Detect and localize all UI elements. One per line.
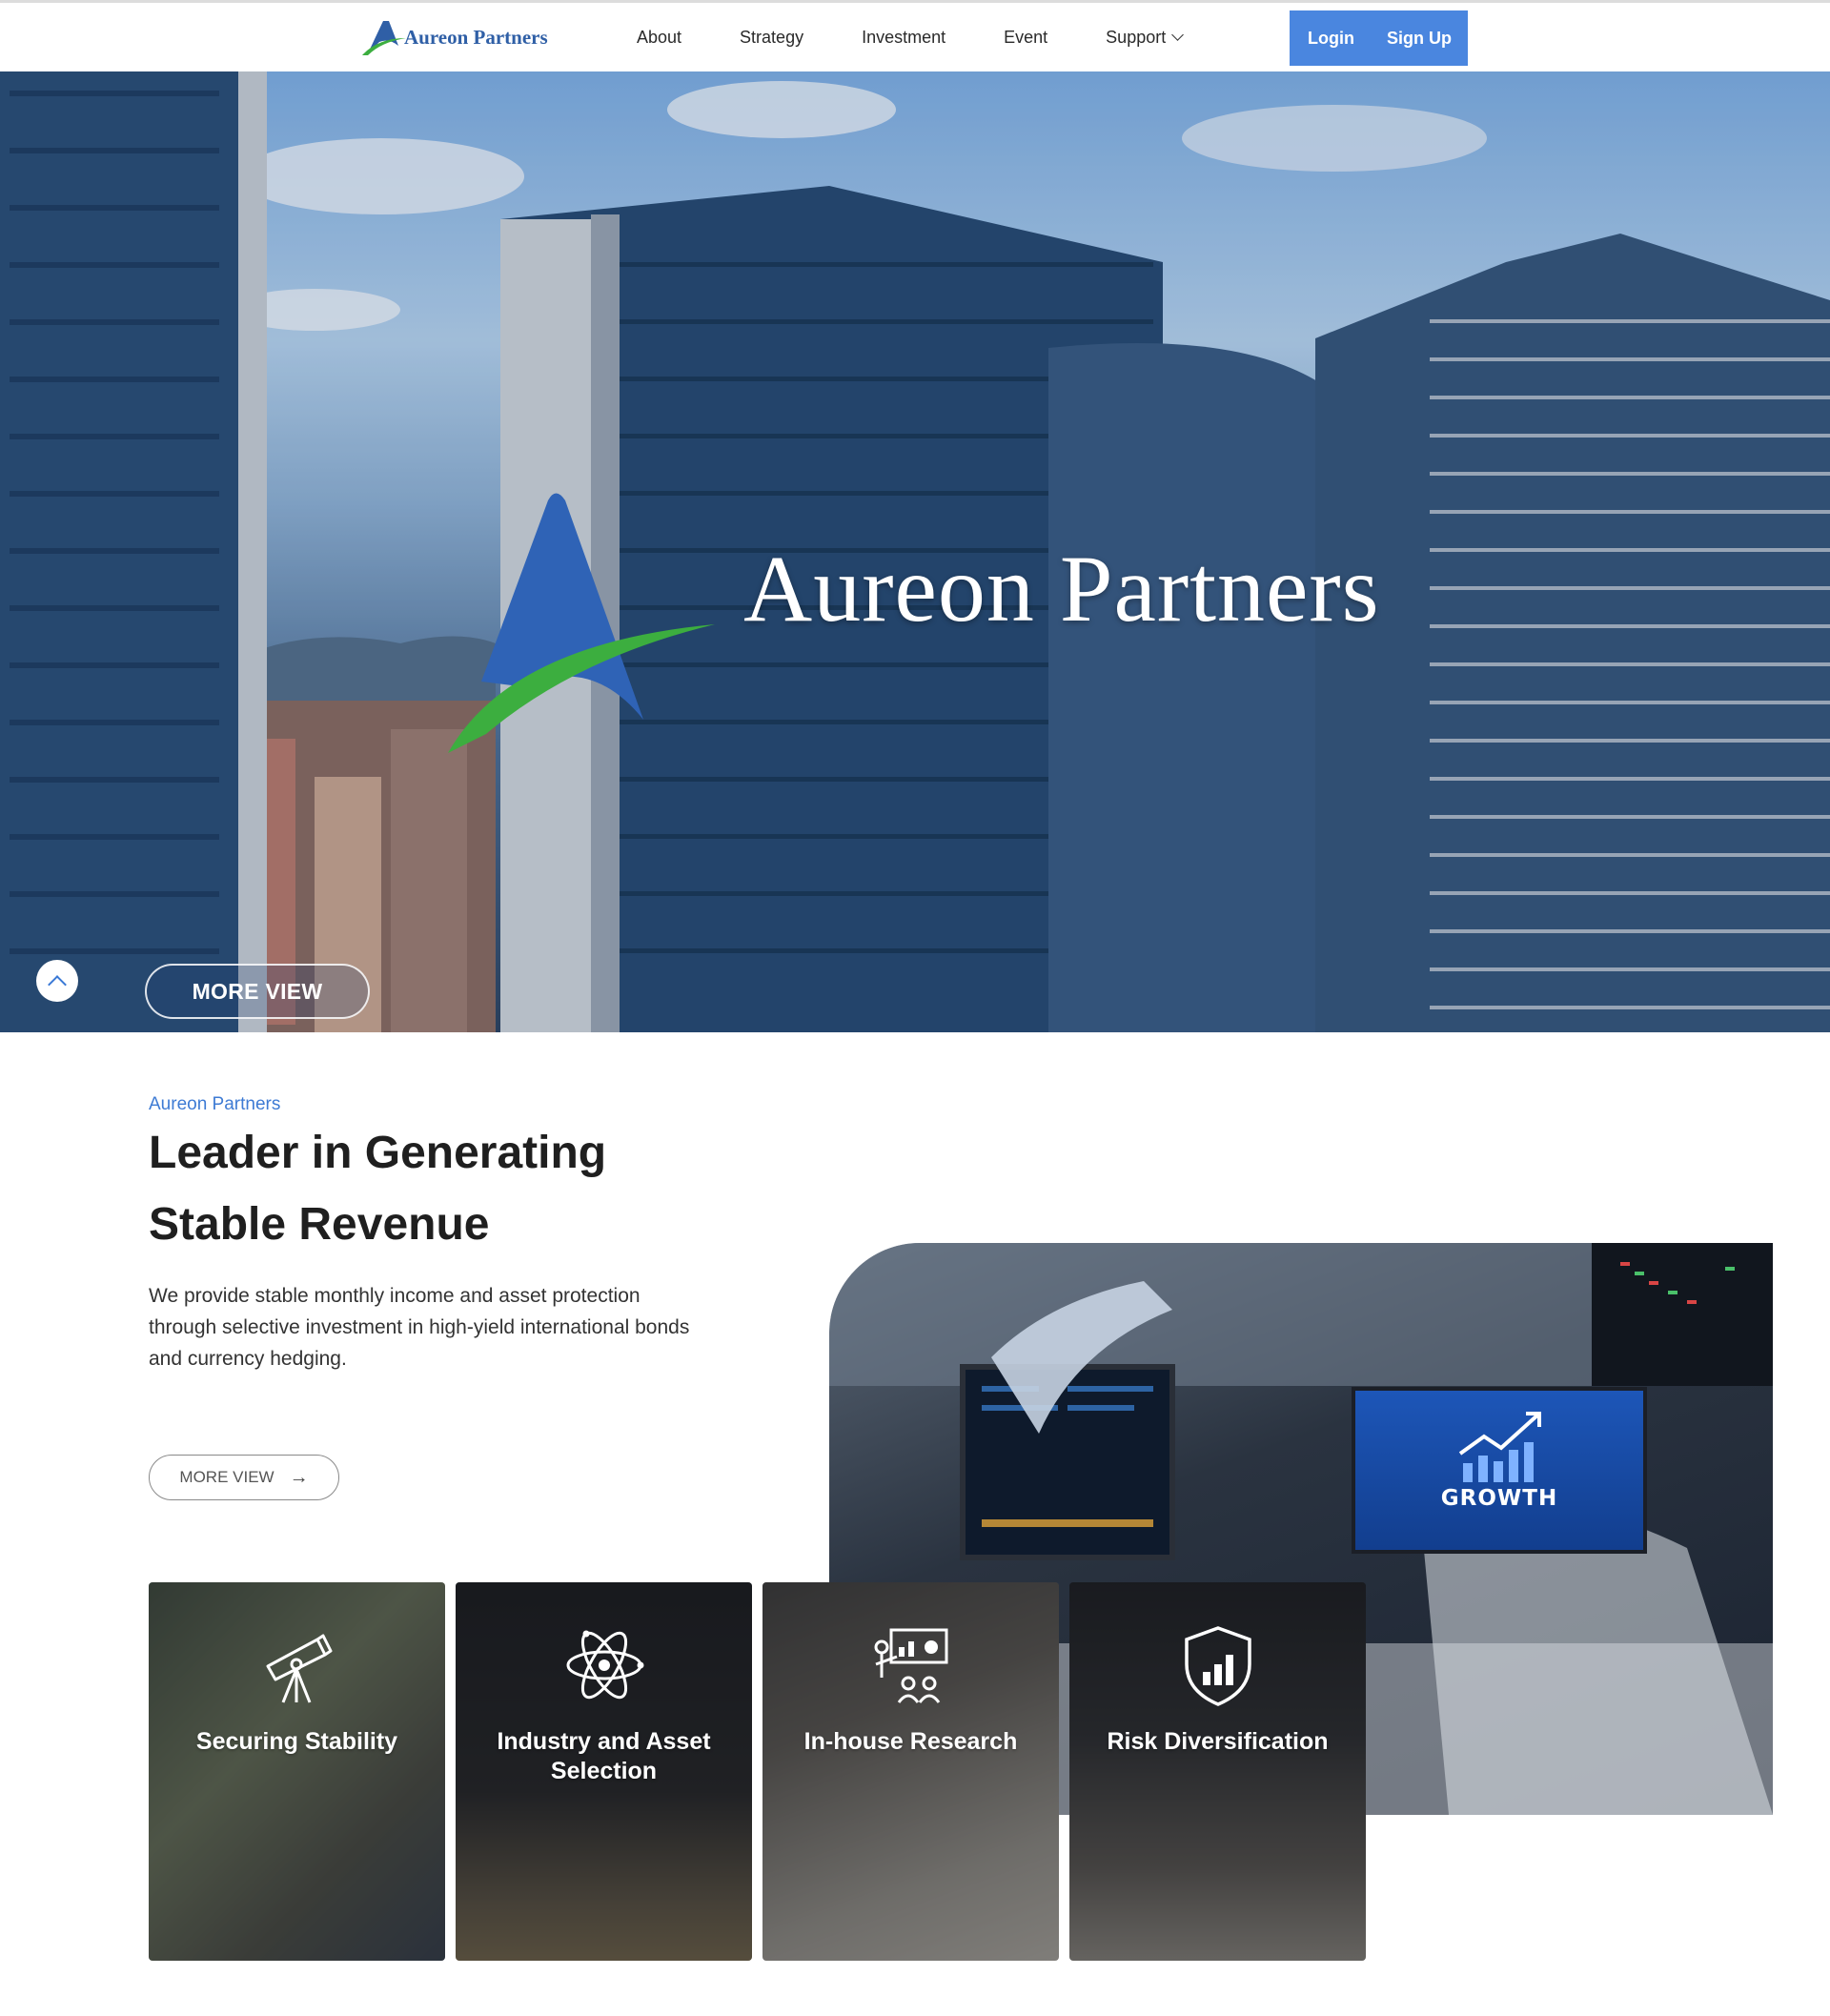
login-button[interactable]: Login — [1308, 29, 1354, 49]
card-securing-stability[interactable]: Securing Stability — [149, 1582, 445, 1961]
presentation-icon — [874, 1628, 947, 1703]
auth-box: Login Sign Up — [1290, 10, 1468, 66]
feature-cards: Securing Stability Industry and Asset Se… — [149, 1582, 1366, 1961]
telescope-icon — [266, 1634, 332, 1703]
hero-title: Aureon Partners — [743, 536, 1380, 641]
logo-text: Aureon Partners — [404, 25, 548, 49]
logo[interactable]: Aureon Partners — [360, 18, 548, 56]
headline-line-1: Leader in Generating — [149, 1128, 607, 1178]
nav-strategy[interactable]: Strategy — [740, 28, 803, 48]
card-label: Industry and Asset Selection — [497, 1728, 711, 1784]
more-view-button[interactable]: MORE VIEW → — [149, 1455, 339, 1500]
growth-chart-icon — [1458, 1412, 1541, 1482]
nav-event[interactable]: Event — [1004, 28, 1047, 48]
headline-line-2: Stable Revenue — [149, 1199, 490, 1250]
chevron-down-icon — [1171, 28, 1185, 41]
arrow-right-icon: → — [289, 1466, 309, 1488]
growth-screen-text: GROWTH — [1440, 1486, 1558, 1511]
nav-investment[interactable]: Investment — [862, 28, 946, 48]
section-description: We provide stable monthly income and ass… — [149, 1285, 690, 1370]
signup-button[interactable]: Sign Up — [1387, 29, 1452, 49]
card-label: Securing Stability — [195, 1728, 398, 1755]
shield-chart-icon — [1184, 1626, 1251, 1706]
hero-logo-mark-icon — [448, 493, 715, 753]
card-risk-diversification[interactable]: Risk Diversification — [1069, 1582, 1366, 1961]
scroll-top-button[interactable] — [36, 960, 78, 1002]
card-label: In-house Research — [803, 1728, 1018, 1755]
section-eyebrow: Aureon Partners — [149, 1094, 281, 1114]
nav-support[interactable]: Support — [1106, 27, 1185, 48]
hero-banner: Aureon Partners MORE VIEW — [0, 71, 1830, 1032]
section-headline: Leader in Generating Stable Revenue — [149, 1117, 816, 1260]
nav-about[interactable]: About — [637, 28, 681, 48]
logo-mark-icon — [362, 21, 406, 55]
site-header: Aureon Partners About Strategy Investmen… — [0, 3, 1830, 71]
card-industry-asset-selection[interactable]: Industry and Asset Selection — [456, 1582, 752, 1961]
atom-icon — [566, 1630, 643, 1700]
card-label: Risk Diversification — [1107, 1728, 1329, 1755]
chevron-up-icon — [48, 974, 67, 994]
more-view-label: MORE VIEW — [179, 1468, 274, 1486]
main-nav: About Strategy Investment Event Support — [637, 3, 1185, 71]
card-in-house-research[interactable]: In-house Research — [762, 1582, 1059, 1961]
hero-more-view-button[interactable]: MORE VIEW — [145, 964, 370, 1019]
growth-screen: GROWTH — [1352, 1387, 1647, 1554]
nav-support-label: Support — [1106, 27, 1167, 47]
